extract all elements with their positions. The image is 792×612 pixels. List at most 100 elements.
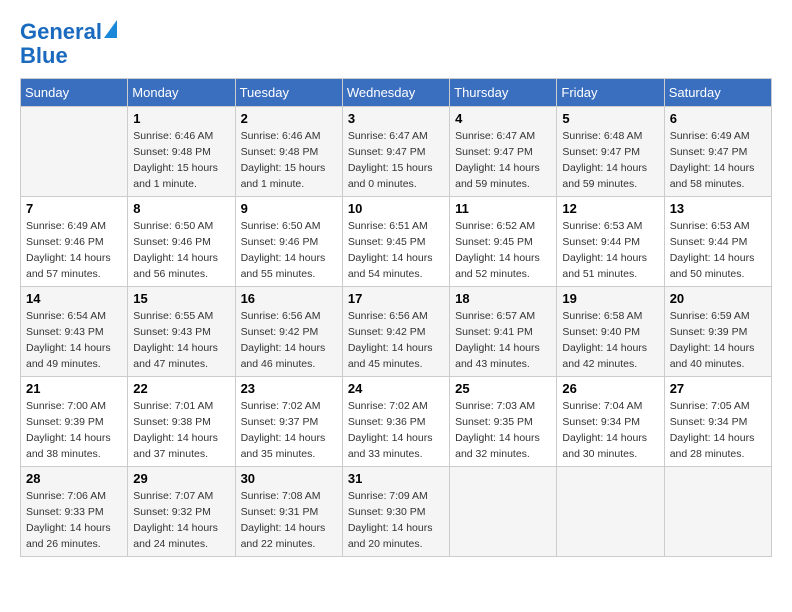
day-number: 3 [348,111,444,126]
day-info: Sunrise: 6:53 AMSunset: 9:44 PMDaylight:… [562,219,658,282]
day-info: Sunrise: 6:51 AMSunset: 9:45 PMDaylight:… [348,219,444,282]
day-info: Sunrise: 6:56 AMSunset: 9:42 PMDaylight:… [348,309,444,372]
calendar-table: SundayMondayTuesdayWednesdayThursdayFrid… [20,78,772,557]
header-cell-wednesday: Wednesday [342,79,449,107]
day-info: Sunrise: 6:55 AMSunset: 9:43 PMDaylight:… [133,309,229,372]
day-number: 22 [133,381,229,396]
header-cell-thursday: Thursday [450,79,557,107]
week-row-3: 14 Sunrise: 6:54 AMSunset: 9:43 PMDayligh… [21,287,772,377]
day-number: 19 [562,291,658,306]
header-cell-monday: Monday [128,79,235,107]
day-info: Sunrise: 6:47 AMSunset: 9:47 PMDaylight:… [455,129,551,192]
day-info: Sunrise: 7:09 AMSunset: 9:30 PMDaylight:… [348,489,444,552]
logo: General Blue [20,20,117,68]
day-info: Sunrise: 6:50 AMSunset: 9:46 PMDaylight:… [241,219,337,282]
day-info: Sunrise: 7:02 AMSunset: 9:37 PMDaylight:… [241,399,337,462]
day-number: 5 [562,111,658,126]
day-number: 10 [348,201,444,216]
day-cell: 8 Sunrise: 6:50 AMSunset: 9:46 PMDaylight… [128,197,235,287]
header-cell-saturday: Saturday [664,79,771,107]
day-cell: 29Sunrise: 7:07 AMSunset: 9:32 PMDayligh… [128,467,235,557]
week-row-4: 21 Sunrise: 7:00 AMSunset: 9:39 PMDayligh… [21,377,772,467]
day-info: Sunrise: 6:50 AMSunset: 9:46 PMDaylight:… [133,219,229,282]
day-info: Sunrise: 6:49 AMSunset: 9:47 PMDaylight:… [670,129,766,192]
day-info: Sunrise: 6:58 AMSunset: 9:40 PMDaylight:… [562,309,658,372]
day-info: Sunrise: 6:53 AMSunset: 9:44 PMDaylight:… [670,219,766,282]
day-cell [557,467,664,557]
day-cell: 16Sunrise: 6:56 AMSunset: 9:42 PMDayligh… [235,287,342,377]
day-number: 14 [26,291,122,306]
day-info: Sunrise: 7:07 AMSunset: 9:32 PMDaylight:… [133,489,229,552]
header-row: SundayMondayTuesdayWednesdayThursdayFrid… [21,79,772,107]
day-cell: 3 Sunrise: 6:47 AMSunset: 9:47 PMDaylight… [342,107,449,197]
week-row-5: 28 Sunrise: 7:06 AMSunset: 9:33 PMDayligh… [21,467,772,557]
day-cell: 24Sunrise: 7:02 AMSunset: 9:36 PMDayligh… [342,377,449,467]
day-cell: 10 Sunrise: 6:51 AMSunset: 9:45 PMDayligh… [342,197,449,287]
day-info: Sunrise: 6:49 AMSunset: 9:46 PMDaylight:… [26,219,122,282]
week-row-2: 7 Sunrise: 6:49 AMSunset: 9:46 PMDaylight… [21,197,772,287]
header-cell-friday: Friday [557,79,664,107]
day-number: 21 [26,381,122,396]
day-number: 13 [670,201,766,216]
day-cell: 7 Sunrise: 6:49 AMSunset: 9:46 PMDaylight… [21,197,128,287]
day-number: 25 [455,381,551,396]
day-cell: 23 Sunrise: 7:02 AMSunset: 9:37 PMDayligh… [235,377,342,467]
day-info: Sunrise: 7:00 AMSunset: 9:39 PMDaylight:… [26,399,122,462]
day-number: 28 [26,471,122,486]
day-number: 23 [241,381,337,396]
day-cell [450,467,557,557]
day-cell: 21 Sunrise: 7:00 AMSunset: 9:39 PMDayligh… [21,377,128,467]
day-cell: 20Sunrise: 6:59 AMSunset: 9:39 PMDayligh… [664,287,771,377]
day-info: Sunrise: 6:47 AMSunset: 9:47 PMDaylight:… [348,129,444,192]
day-info: Sunrise: 6:52 AMSunset: 9:45 PMDaylight:… [455,219,551,282]
day-number: 8 [133,201,229,216]
day-number: 26 [562,381,658,396]
header-cell-sunday: Sunday [21,79,128,107]
day-info: Sunrise: 6:46 AMSunset: 9:48 PMDaylight:… [133,129,229,192]
day-cell: 30 Sunrise: 7:08 AMSunset: 9:31 PMDayligh… [235,467,342,557]
day-number: 6 [670,111,766,126]
day-number: 7 [26,201,122,216]
day-number: 30 [241,471,337,486]
day-number: 4 [455,111,551,126]
day-cell: 14 Sunrise: 6:54 AMSunset: 9:43 PMDayligh… [21,287,128,377]
day-cell: 31 Sunrise: 7:09 AMSunset: 9:30 PMDayligh… [342,467,449,557]
day-info: Sunrise: 7:01 AMSunset: 9:38 PMDaylight:… [133,399,229,462]
day-number: 17 [348,291,444,306]
day-cell: 9 Sunrise: 6:50 AMSunset: 9:46 PMDaylight… [235,197,342,287]
day-info: Sunrise: 6:46 AMSunset: 9:48 PMDaylight:… [241,129,337,192]
day-cell: 17 Sunrise: 6:56 AMSunset: 9:42 PMDayligh… [342,287,449,377]
page-header: General Blue [20,20,772,68]
logo-general: General [20,19,102,44]
day-cell: 27 Sunrise: 7:05 AMSunset: 9:34 PMDayligh… [664,377,771,467]
day-number: 27 [670,381,766,396]
day-number: 31 [348,471,444,486]
day-number: 20 [670,291,766,306]
day-number: 11 [455,201,551,216]
week-row-1: 1Sunrise: 6:46 AMSunset: 9:48 PMDaylight… [21,107,772,197]
day-info: Sunrise: 6:57 AMSunset: 9:41 PMDaylight:… [455,309,551,372]
day-info: Sunrise: 7:06 AMSunset: 9:33 PMDaylight:… [26,489,122,552]
day-info: Sunrise: 7:02 AMSunset: 9:36 PMDaylight:… [348,399,444,462]
day-cell: 18Sunrise: 6:57 AMSunset: 9:41 PMDayligh… [450,287,557,377]
day-cell: 15 Sunrise: 6:55 AMSunset: 9:43 PMDayligh… [128,287,235,377]
logo-arrow-icon [104,20,117,38]
day-info: Sunrise: 7:05 AMSunset: 9:34 PMDaylight:… [670,399,766,462]
day-cell [664,467,771,557]
day-cell: 25Sunrise: 7:03 AMSunset: 9:35 PMDayligh… [450,377,557,467]
day-cell: 12Sunrise: 6:53 AMSunset: 9:44 PMDayligh… [557,197,664,287]
day-cell: 2Sunrise: 6:46 AMSunset: 9:48 PMDaylight… [235,107,342,197]
day-number: 9 [241,201,337,216]
logo-blue: Blue [20,43,68,68]
logo-text: General Blue [20,20,117,68]
day-info: Sunrise: 6:54 AMSunset: 9:43 PMDaylight:… [26,309,122,372]
day-cell: 28 Sunrise: 7:06 AMSunset: 9:33 PMDayligh… [21,467,128,557]
day-info: Sunrise: 7:08 AMSunset: 9:31 PMDaylight:… [241,489,337,552]
header-cell-tuesday: Tuesday [235,79,342,107]
day-cell: 6 Sunrise: 6:49 AMSunset: 9:47 PMDaylight… [664,107,771,197]
day-info: Sunrise: 6:48 AMSunset: 9:47 PMDaylight:… [562,129,658,192]
day-cell: 19 Sunrise: 6:58 AMSunset: 9:40 PMDayligh… [557,287,664,377]
day-cell: 22 Sunrise: 7:01 AMSunset: 9:38 PMDayligh… [128,377,235,467]
day-number: 15 [133,291,229,306]
day-cell: 13 Sunrise: 6:53 AMSunset: 9:44 PMDayligh… [664,197,771,287]
